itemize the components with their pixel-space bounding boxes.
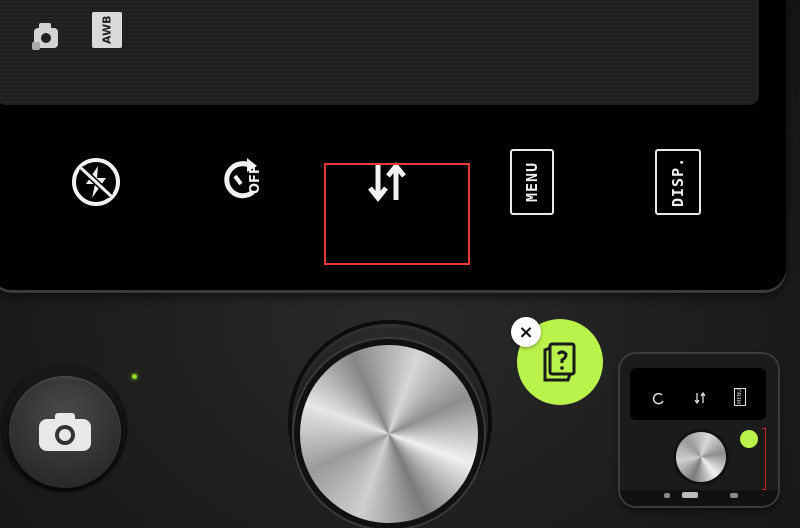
mini-shutter — [676, 432, 726, 482]
help-book-icon — [543, 342, 576, 382]
camera-mode-icon — [32, 23, 58, 50]
mini-swap-icon — [694, 392, 706, 404]
viewfinder: AWB — [0, 0, 759, 105]
mini-dot — [730, 493, 738, 498]
mini-camera-icon — [664, 493, 670, 498]
flash-off-icon — [72, 158, 120, 206]
camera-icon — [39, 413, 91, 451]
mini-bottom-bar — [620, 490, 778, 506]
display-button[interactable]: DISP. — [655, 149, 701, 215]
menu-button[interactable]: MENU — [510, 149, 554, 215]
mini-highlight-edge — [762, 428, 766, 490]
display-label: DISP. — [655, 149, 701, 215]
mini-preview-panel: MENU — [630, 368, 766, 420]
mini-help-fab — [740, 430, 758, 448]
self-timer-off-icon: OFF — [224, 158, 263, 199]
status-led — [132, 374, 137, 379]
shutter-button[interactable] — [300, 345, 478, 523]
flash-off-button[interactable] — [66, 150, 126, 214]
awb-icon[interactable]: AWB — [92, 12, 122, 48]
selection-highlight — [324, 163, 470, 265]
mini-timer-icon — [652, 392, 664, 405]
close-icon[interactable]: × — [511, 317, 541, 347]
mini-shutter-indicator — [682, 492, 698, 498]
menu-label: MENU — [510, 149, 554, 215]
self-timer-off-button[interactable]: OFF — [212, 150, 282, 214]
mini-menu-label: MENU — [734, 388, 746, 406]
mini-preview-thumbnail[interactable]: MENU — [620, 354, 778, 506]
timer-off-label: OFF — [248, 165, 263, 194]
camera-switch-button[interactable] — [9, 376, 121, 488]
